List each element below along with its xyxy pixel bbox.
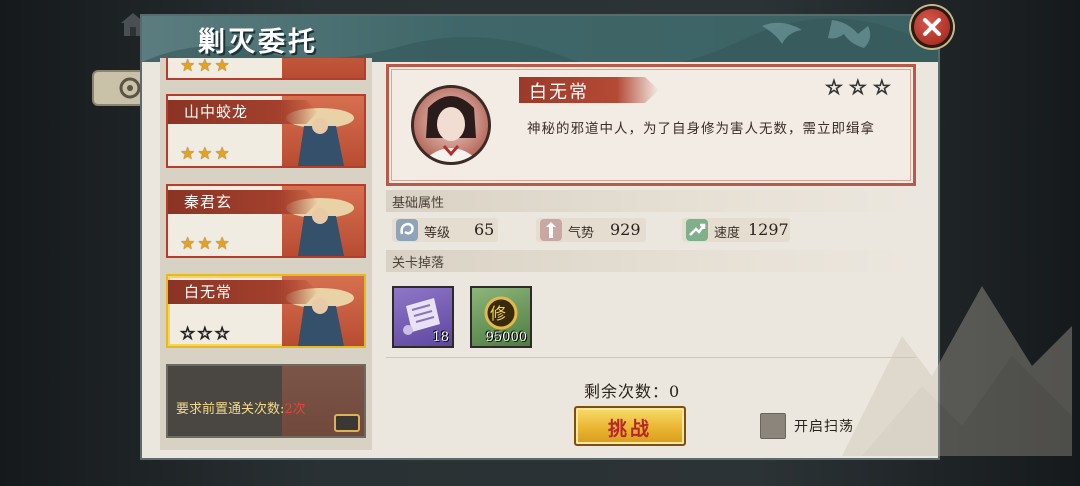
attribute-label: 等级	[424, 226, 451, 241]
stage-name: 白无常	[184, 283, 233, 301]
attribute-value: 1297	[748, 220, 789, 239]
stage-stars: ☆☆☆	[180, 324, 232, 345]
drop-item-cultivation[interactable]: 修 95000	[470, 286, 532, 348]
section-title: 关卡掉落	[392, 256, 445, 271]
attribute-label: 速度	[714, 226, 741, 241]
speed-icon	[686, 219, 708, 241]
locked-requirement: 要求前置通关次数:2次	[176, 398, 306, 417]
lock-icon	[334, 414, 360, 432]
boss-avatar	[411, 85, 491, 165]
stage-stars: ★★★	[180, 144, 232, 164]
stage-card-shanzhong-jiaolong[interactable]: 山中蛟龙 ★★★	[166, 94, 366, 168]
boss-star-rating: ☆☆☆	[825, 75, 897, 100]
attribute-value: 65	[474, 220, 495, 239]
stage-stars: ★★★	[180, 58, 232, 76]
close-icon	[923, 18, 941, 36]
momentum-icon	[540, 219, 562, 241]
divider	[386, 357, 916, 358]
stage-card-bai-wuchang[interactable]: 白无常 ☆☆☆	[166, 274, 366, 348]
attribute-label: 气势	[568, 226, 595, 241]
sweep-checkbox[interactable]	[760, 413, 786, 439]
drop-quantity: 18	[432, 330, 449, 345]
attribute-value: 929	[610, 220, 641, 239]
drop-quantity: 95000	[485, 330, 527, 345]
remaining-count: 剩余次数：0	[584, 382, 681, 401]
attribute-momentum: 气势 929	[536, 218, 646, 242]
challenge-button[interactable]: 挑战	[574, 406, 686, 446]
panel-header: 剿灭委托	[142, 16, 938, 62]
close-button[interactable]	[911, 6, 953, 48]
page-title: 剿灭委托	[198, 27, 318, 58]
drops-section-header: 关卡掉落	[386, 250, 916, 272]
stage-portrait	[282, 58, 364, 78]
requirement-value: 2次	[284, 402, 306, 417]
stage-card[interactable]: ★★★	[166, 58, 366, 80]
challenge-label: 挑战	[607, 418, 652, 440]
coin-glyph: 修	[490, 304, 507, 323]
attribute-speed: 速度 1297	[682, 218, 790, 242]
attribute-level: 等级 65	[392, 218, 498, 242]
stage-list[interactable]: ★★★ 山中蛟龙 ★★★ 秦君玄 ★★★ 白无常 ☆☆☆ 要求前置通关次数:2次	[160, 58, 372, 450]
mountain-decoration	[842, 286, 1072, 456]
boss-name: 白无常	[529, 82, 589, 103]
boss-description: 神秘的邪道中人，为了自身修为害人无数，需立即缉拿	[527, 121, 875, 137]
level-icon	[396, 219, 418, 241]
stage-stars: ★★★	[180, 234, 232, 254]
stage-name: 秦君玄	[184, 193, 233, 211]
attributes-section-header: 基础属性	[386, 190, 916, 212]
stage-card-qin-junxuan[interactable]: 秦君玄 ★★★	[166, 184, 366, 258]
sweep-label: 开启扫荡	[794, 419, 854, 435]
drop-item-scroll[interactable]: 18	[392, 286, 454, 348]
stage-card-locked[interactable]: 要求前置通关次数:2次	[166, 364, 366, 438]
boss-detail-card: 白无常 ☆☆☆ 神秘的邪道中人，为了自身修为害人无数，需立即缉拿	[386, 64, 916, 186]
stage-name: 山中蛟龙	[184, 103, 249, 121]
section-title: 基础属性	[392, 196, 445, 211]
requirement-label: 要求前置通关次数:	[176, 402, 285, 417]
